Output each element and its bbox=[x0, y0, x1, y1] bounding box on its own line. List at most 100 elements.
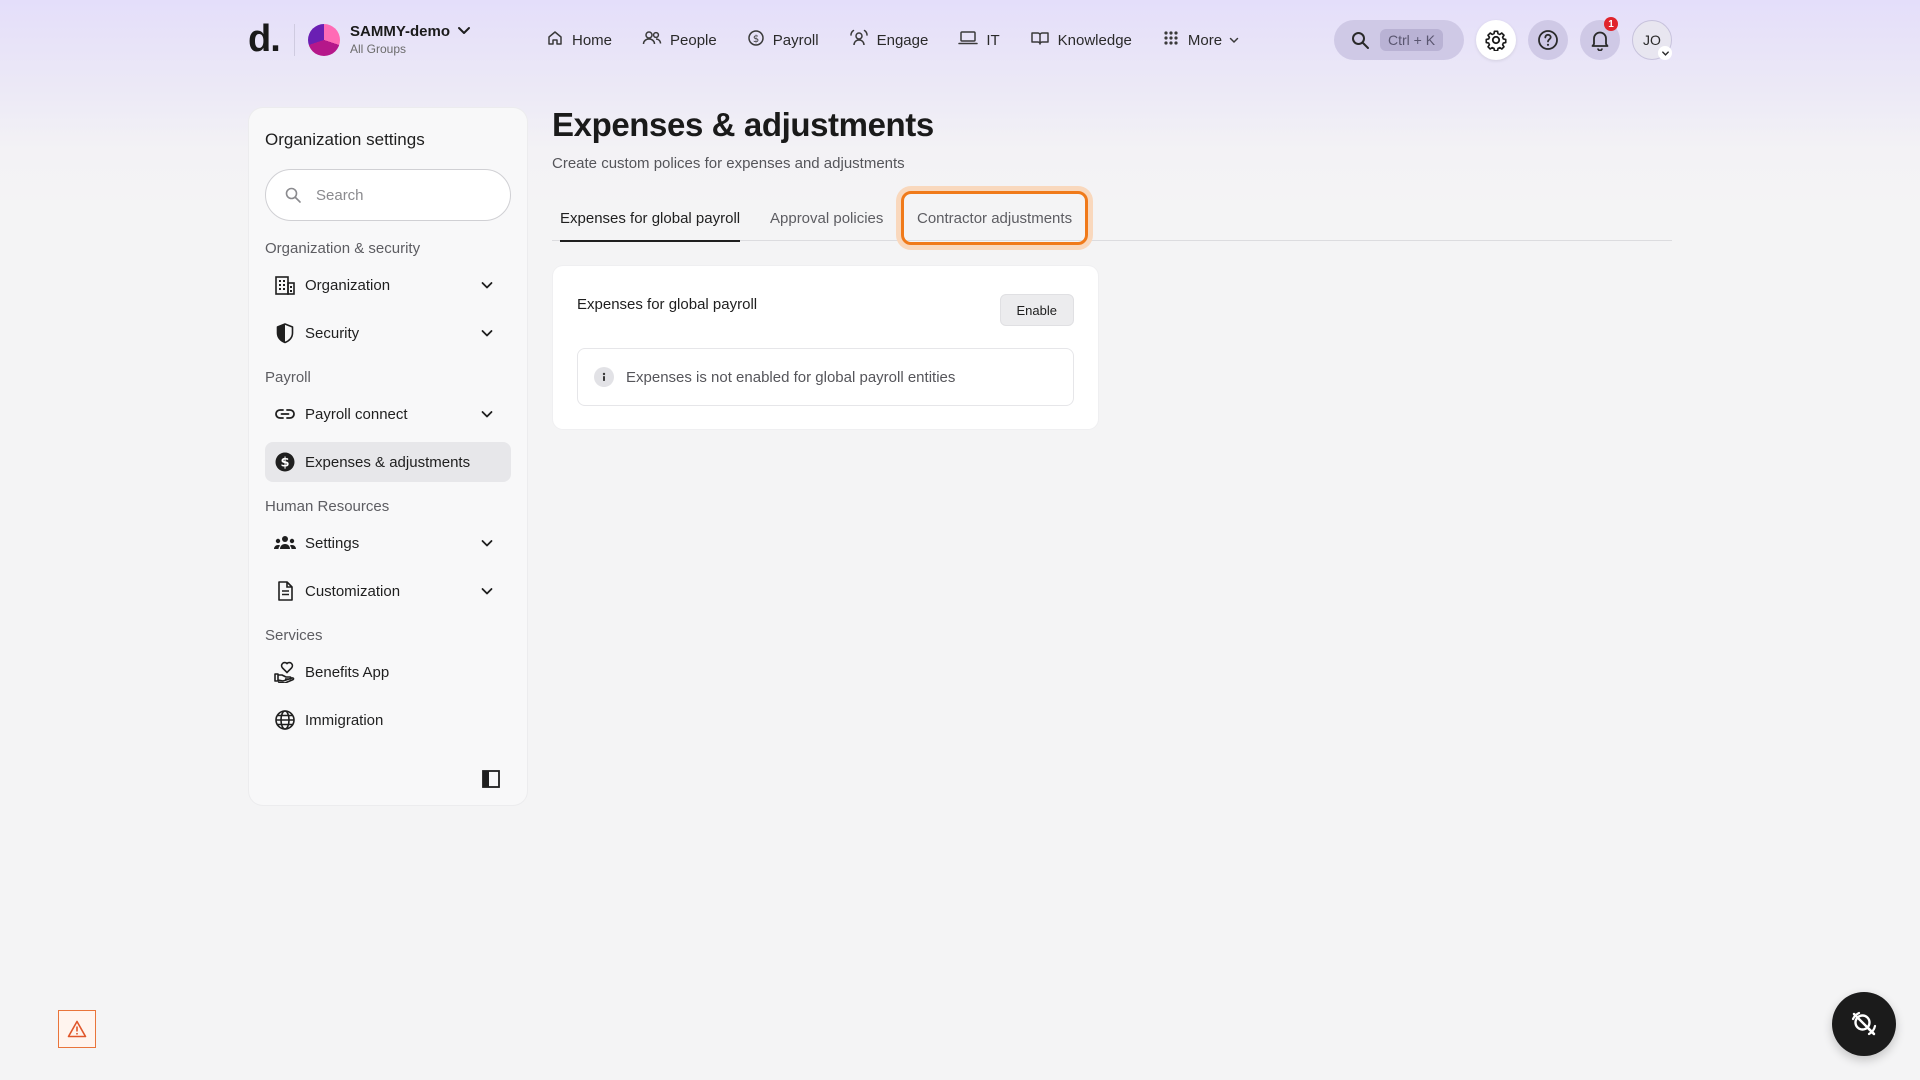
app-logo[interactable]: d. bbox=[248, 18, 281, 61]
sidebar-item-benefits-app[interactable]: Benefits App bbox=[265, 652, 511, 692]
tab-label: Expenses for global payroll bbox=[560, 209, 741, 227]
chevron-down-icon bbox=[475, 402, 499, 426]
tab-contractor-adjustments[interactable]: Contractor adjustments bbox=[901, 191, 1089, 245]
sidebar-item-label: Settings bbox=[305, 534, 360, 552]
sidebar-item-expenses-adjustments[interactable]: $ Expenses & adjustments bbox=[265, 442, 511, 482]
help-icon bbox=[1537, 29, 1559, 51]
benefits-icon bbox=[273, 660, 297, 684]
sidebar-item-organization[interactable]: Organization bbox=[265, 265, 511, 305]
laptop-icon bbox=[958, 29, 986, 51]
settings-sidebar: Organization settings Organization & sec… bbox=[249, 108, 527, 805]
assistant-fab-button[interactable] bbox=[1832, 992, 1896, 1056]
search-icon bbox=[1350, 30, 1370, 50]
nav-people[interactable]: People bbox=[632, 24, 727, 56]
sidebar-item-immigration[interactable]: Immigration bbox=[265, 700, 511, 740]
svg-text:$: $ bbox=[753, 34, 759, 45]
nav-engage-label: Engage bbox=[876, 31, 929, 49]
bell-icon bbox=[1590, 29, 1610, 51]
sidebar-item-label: Expenses & adjustments bbox=[305, 453, 471, 471]
organization-switcher[interactable]: SAMMY-demo All Groups bbox=[308, 20, 472, 60]
user-avatar-button[interactable]: JO bbox=[1632, 20, 1672, 60]
shield-icon bbox=[273, 321, 297, 345]
building-icon bbox=[273, 273, 297, 297]
user-initials: JO bbox=[1643, 32, 1661, 48]
nav-knowledge[interactable]: Knowledge bbox=[1020, 24, 1142, 56]
svg-text:$: $ bbox=[280, 456, 289, 471]
nav-knowledge-label: Knowledge bbox=[1057, 31, 1132, 49]
document-icon bbox=[273, 579, 297, 603]
nav-more[interactable]: More bbox=[1152, 24, 1258, 56]
section-human-resources: Human Resources bbox=[265, 498, 390, 515]
globe-icon bbox=[273, 708, 297, 732]
sidebar-item-label: Immigration bbox=[305, 711, 384, 729]
organization-name: SAMMY-demo bbox=[350, 23, 451, 40]
chevron-down-icon bbox=[475, 531, 499, 555]
link-icon bbox=[273, 402, 297, 426]
engage-icon bbox=[849, 29, 877, 51]
info-message: Expenses is not enabled for global payro… bbox=[577, 348, 1074, 406]
dollar-icon: $ bbox=[273, 450, 297, 474]
nav-it-label: IT bbox=[986, 31, 1000, 49]
card-title: Expenses for global payroll bbox=[577, 296, 758, 313]
chevron-down-icon bbox=[475, 273, 499, 297]
payroll-icon: $ bbox=[747, 29, 773, 51]
sidebar-item-label: Payroll connect bbox=[305, 405, 408, 423]
nav-more-label: More bbox=[1187, 31, 1223, 49]
page-title: Expenses & adjustments bbox=[552, 106, 934, 143]
warning-button[interactable] bbox=[58, 1010, 96, 1048]
notifications-button[interactable]: 1 bbox=[1580, 17, 1620, 60]
nav-payroll-label: Payroll bbox=[772, 31, 819, 49]
people-icon bbox=[642, 29, 670, 51]
sidebar-item-security[interactable]: Security bbox=[265, 313, 511, 353]
info-icon bbox=[594, 367, 614, 387]
help-button[interactable] bbox=[1528, 20, 1568, 60]
nav-engage[interactable]: Engage bbox=[839, 24, 939, 56]
search-shortcut-hint: Ctrl + K bbox=[1380, 29, 1444, 51]
chevron-down-icon bbox=[475, 579, 499, 603]
team-icon bbox=[273, 531, 297, 555]
nav-home[interactable]: Home bbox=[536, 24, 622, 56]
gear-icon bbox=[1485, 29, 1507, 51]
sidebar-toggle-icon bbox=[481, 769, 501, 789]
tab-label: Approval policies bbox=[770, 209, 884, 227]
tab-label: Contractor adjustments bbox=[917, 209, 1073, 227]
chevron-down-icon bbox=[1658, 46, 1672, 60]
search-off-icon bbox=[1849, 1009, 1879, 1039]
expenses-global-payroll-card: Expenses for global payroll Enable Expen… bbox=[553, 266, 1098, 429]
logo-divider bbox=[294, 24, 295, 56]
tab-approval-policies[interactable]: Approval policies bbox=[762, 196, 891, 240]
settings-button[interactable] bbox=[1476, 20, 1516, 60]
sidebar-item-label: Organization bbox=[305, 276, 391, 294]
sidebar-title: Organization settings bbox=[265, 130, 425, 149]
collapse-sidebar-button[interactable] bbox=[479, 767, 503, 791]
book-icon bbox=[1030, 29, 1058, 51]
grid-icon bbox=[1162, 29, 1188, 51]
nav-payroll[interactable]: $ Payroll bbox=[737, 24, 829, 56]
nav-it[interactable]: IT bbox=[948, 24, 1009, 56]
search-icon bbox=[284, 186, 302, 204]
nav-home-label: Home bbox=[572, 31, 613, 49]
chevron-down-icon bbox=[475, 321, 499, 345]
enable-button[interactable]: Enable bbox=[999, 294, 1074, 326]
chevron-down-icon bbox=[1228, 34, 1248, 46]
home-icon bbox=[546, 29, 572, 51]
sidebar-item-payroll-connect[interactable]: Payroll connect bbox=[265, 394, 511, 434]
page-subtitle: Create custom polices for expenses and a… bbox=[552, 155, 905, 172]
section-organization-security: Organization & security bbox=[265, 240, 421, 257]
chevron-down-icon bbox=[456, 22, 472, 43]
tab-expenses-global-payroll[interactable]: Expenses for global payroll bbox=[552, 196, 748, 242]
sidebar-item-settings[interactable]: Settings bbox=[265, 523, 511, 563]
warning-icon bbox=[67, 1020, 87, 1038]
nav-people-label: People bbox=[670, 31, 717, 49]
sidebar-item-label: Security bbox=[305, 324, 360, 342]
sidebar-item-customization[interactable]: Customization bbox=[265, 571, 511, 611]
sidebar-item-label: Benefits App bbox=[305, 663, 390, 681]
global-search-button[interactable]: Ctrl + K bbox=[1334, 20, 1464, 60]
sidebar-search-input[interactable] bbox=[316, 186, 496, 204]
main-navigation: Home People $ Payroll Engage IT Knowledg… bbox=[536, 24, 1268, 56]
sidebar-search[interactable] bbox=[265, 169, 511, 221]
top-navigation-bar: d. SAMMY-demo All Groups Home People $ P… bbox=[0, 0, 1920, 80]
section-payroll: Payroll bbox=[265, 369, 311, 386]
info-message-text: Expenses is not enabled for global payro… bbox=[626, 368, 956, 386]
tab-bar: Expenses for global payroll Approval pol… bbox=[552, 191, 1672, 245]
